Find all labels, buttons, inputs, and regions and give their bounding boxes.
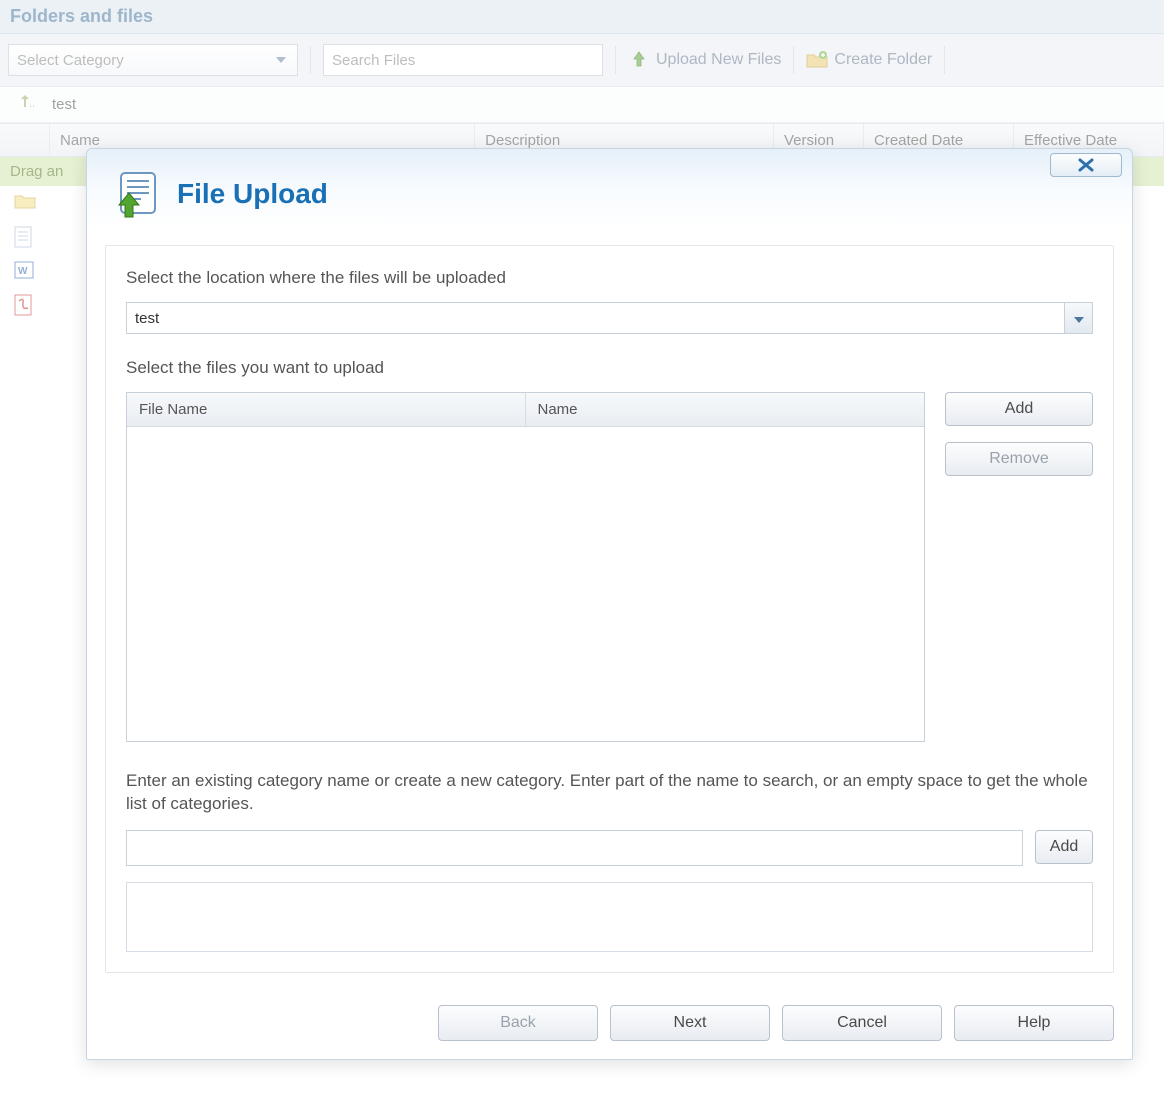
up-arrow-icon[interactable]: .. bbox=[20, 95, 38, 114]
category-label: Enter an existing category name or creat… bbox=[126, 770, 1093, 816]
toolbar: Select Category Search Files Upload New … bbox=[0, 34, 1164, 87]
chevron-down-icon bbox=[1074, 310, 1084, 327]
dialog-body: Select the location where the files will… bbox=[105, 245, 1114, 973]
files-label: Select the files you want to upload bbox=[126, 358, 1093, 378]
dialog-footer: Back Next Cancel Help bbox=[87, 991, 1132, 1059]
category-row: Add bbox=[126, 830, 1093, 866]
next-button[interactable]: Next bbox=[610, 1005, 770, 1041]
svg-text:..: .. bbox=[29, 98, 35, 109]
breadcrumb-text[interactable]: test bbox=[52, 96, 76, 113]
dialog-title: File Upload bbox=[177, 178, 328, 210]
file-upload-dialog: File Upload Select the location where th… bbox=[86, 148, 1133, 1060]
create-folder-button[interactable]: Create Folder bbox=[806, 49, 932, 71]
chevron-down-icon bbox=[273, 52, 289, 68]
divider bbox=[944, 46, 945, 74]
add-category-button[interactable]: Add bbox=[1035, 830, 1093, 864]
file-table-header: File Name Name bbox=[127, 393, 924, 427]
divider bbox=[615, 46, 616, 74]
add-file-button[interactable]: Add bbox=[945, 392, 1093, 426]
row-icons: W bbox=[0, 186, 50, 316]
location-value: test bbox=[127, 303, 1064, 333]
svg-text:W: W bbox=[18, 266, 28, 277]
upload-area: File Name Name Add Remove bbox=[126, 392, 1093, 742]
folder-plus-icon bbox=[806, 49, 828, 71]
upload-files-button[interactable]: Upload New Files bbox=[628, 49, 781, 71]
cancel-button[interactable]: Cancel bbox=[782, 1005, 942, 1041]
upload-label: Upload New Files bbox=[656, 51, 781, 69]
category-input[interactable] bbox=[126, 830, 1023, 866]
word-file-icon[interactable]: W bbox=[14, 260, 36, 282]
page-title: Folders and files bbox=[0, 0, 1164, 34]
text-file-icon[interactable] bbox=[14, 226, 36, 248]
remove-file-button[interactable]: Remove bbox=[945, 442, 1093, 476]
folder-icon[interactable] bbox=[14, 192, 36, 214]
file-upload-icon bbox=[111, 167, 165, 221]
breadcrumb: .. test bbox=[0, 87, 1164, 123]
col-icon bbox=[0, 124, 50, 156]
pdf-file-icon[interactable] bbox=[14, 294, 36, 316]
location-dropdown-button[interactable] bbox=[1064, 303, 1092, 333]
upload-icon bbox=[628, 49, 650, 71]
col-display-name[interactable]: Name bbox=[526, 393, 925, 426]
file-buttons: Add Remove bbox=[945, 392, 1093, 742]
category-select[interactable]: Select Category bbox=[8, 44, 298, 76]
search-input[interactable]: Search Files bbox=[323, 44, 603, 76]
help-button[interactable]: Help bbox=[954, 1005, 1114, 1041]
divider bbox=[793, 46, 794, 74]
file-table[interactable]: File Name Name bbox=[126, 392, 925, 742]
back-button[interactable]: Back bbox=[438, 1005, 598, 1041]
dialog-header: File Upload bbox=[87, 149, 1132, 225]
category-placeholder: Select Category bbox=[17, 52, 124, 69]
col-file-name[interactable]: File Name bbox=[127, 393, 526, 426]
close-button[interactable] bbox=[1050, 153, 1122, 177]
search-placeholder: Search Files bbox=[332, 52, 415, 69]
close-icon bbox=[1077, 158, 1095, 172]
location-label: Select the location where the files will… bbox=[126, 268, 1093, 288]
divider bbox=[310, 46, 311, 74]
location-select[interactable]: test bbox=[126, 302, 1093, 334]
category-list[interactable] bbox=[126, 882, 1093, 952]
create-folder-label: Create Folder bbox=[834, 51, 932, 69]
